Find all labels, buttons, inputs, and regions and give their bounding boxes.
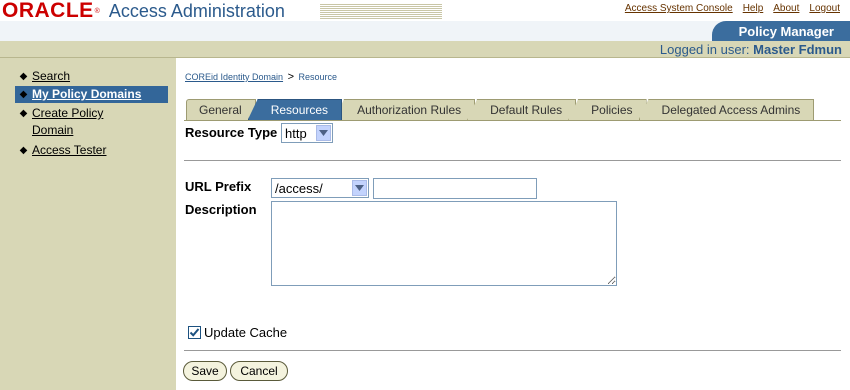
header: ORACLE ® Access Administration Access Sy… — [0, 0, 850, 58]
logged-in-label: Logged in user: — [659, 42, 750, 57]
access-system-console-link[interactable]: Access System Console — [625, 3, 733, 14]
breadcrumb-parent-link[interactable]: COREid Identity Domain — [185, 72, 283, 82]
left-nav: ◆ Search ◆ My Policy Domains ◆ Create Po… — [0, 58, 176, 390]
tab-resources[interactable]: Resources — [247, 99, 343, 120]
resource-type-value: http — [285, 125, 307, 141]
help-link[interactable]: Help — [743, 3, 764, 14]
tab-policy-manager[interactable]: Policy Manager — [712, 21, 850, 41]
tab-bar: General Resources Authorization Rules De… — [186, 99, 815, 120]
global-links: Access System Console Help About Logout — [625, 3, 840, 14]
section-divider — [184, 160, 841, 161]
breadcrumb: COREid Identity Domain > Resource — [185, 71, 337, 83]
cancel-button[interactable]: Cancel — [230, 361, 288, 381]
tab-divider — [184, 120, 841, 121]
update-cache-checkbox[interactable] — [188, 326, 201, 339]
bullet-icon: ◆ — [19, 89, 28, 100]
bullet-icon: ◆ — [19, 145, 28, 156]
nav-item-create-policy-domain[interactable]: ◆ Create Policy Domain — [20, 105, 176, 139]
update-cache-row: Update Cache — [188, 325, 287, 340]
oracle-logo: ORACLE — [2, 0, 94, 22]
resource-type-select[interactable]: http — [281, 123, 333, 143]
save-button[interactable]: Save — [183, 361, 227, 381]
registered-mark: ® — [94, 7, 100, 15]
footer-divider — [184, 350, 841, 351]
main-content: COREid Identity Domain > Resource Genera… — [176, 58, 850, 390]
nav-item-access-tester[interactable]: ◆ Access Tester — [20, 142, 176, 159]
url-path-input[interactable] — [373, 178, 537, 199]
checkmark-icon — [189, 328, 200, 337]
breadcrumb-separator: > — [287, 71, 294, 83]
logout-link[interactable]: Logout — [809, 3, 840, 14]
tab-general[interactable]: General — [186, 99, 256, 120]
app-title: Access Administration — [108, 0, 285, 21]
resource-type-label: Resource Type — [185, 125, 278, 140]
tab-authorization-rules[interactable]: Authorization Rules — [334, 99, 476, 120]
description-label: Description — [185, 202, 257, 217]
update-cache-label: Update Cache — [204, 325, 288, 340]
tab-default-rules[interactable]: Default Rules — [467, 99, 577, 120]
nav-item-my-policy-domains[interactable]: ◆ My Policy Domains — [15, 86, 168, 103]
decorative-stripes — [320, 4, 442, 19]
chevron-down-icon[interactable] — [352, 180, 367, 196]
breadcrumb-current: Resource — [298, 72, 338, 82]
bullet-icon: ◆ — [19, 71, 28, 82]
app-bar: Policy Manager — [0, 21, 850, 41]
chevron-down-icon[interactable] — [316, 125, 331, 141]
description-textarea[interactable] — [271, 201, 617, 286]
nav-item-label[interactable]: Search — [32, 68, 70, 85]
nav-item-label[interactable]: Create Policy Domain — [32, 105, 120, 139]
bullet-icon: ◆ — [19, 108, 28, 119]
tab-delegated-access-admins[interactable]: Delegated Access Admins — [638, 99, 815, 120]
url-prefix-value: /access/ — [275, 180, 323, 196]
nav-item-label[interactable]: Access Tester — [32, 142, 106, 159]
user-bar: Logged in user: Master Fdmun — [0, 41, 850, 58]
tab-policies[interactable]: Policies — [568, 99, 647, 120]
nav-item-search[interactable]: ◆ Search — [20, 68, 176, 85]
branding: ORACLE ® Access Administration — [2, 0, 285, 22]
url-prefix-label: URL Prefix — [185, 179, 252, 194]
nav-item-label[interactable]: My Policy Domains — [32, 86, 142, 103]
url-prefix-select[interactable]: /access/ — [271, 178, 369, 198]
about-link[interactable]: About — [773, 3, 799, 14]
logged-in-user: Master Fdmun — [753, 42, 842, 57]
